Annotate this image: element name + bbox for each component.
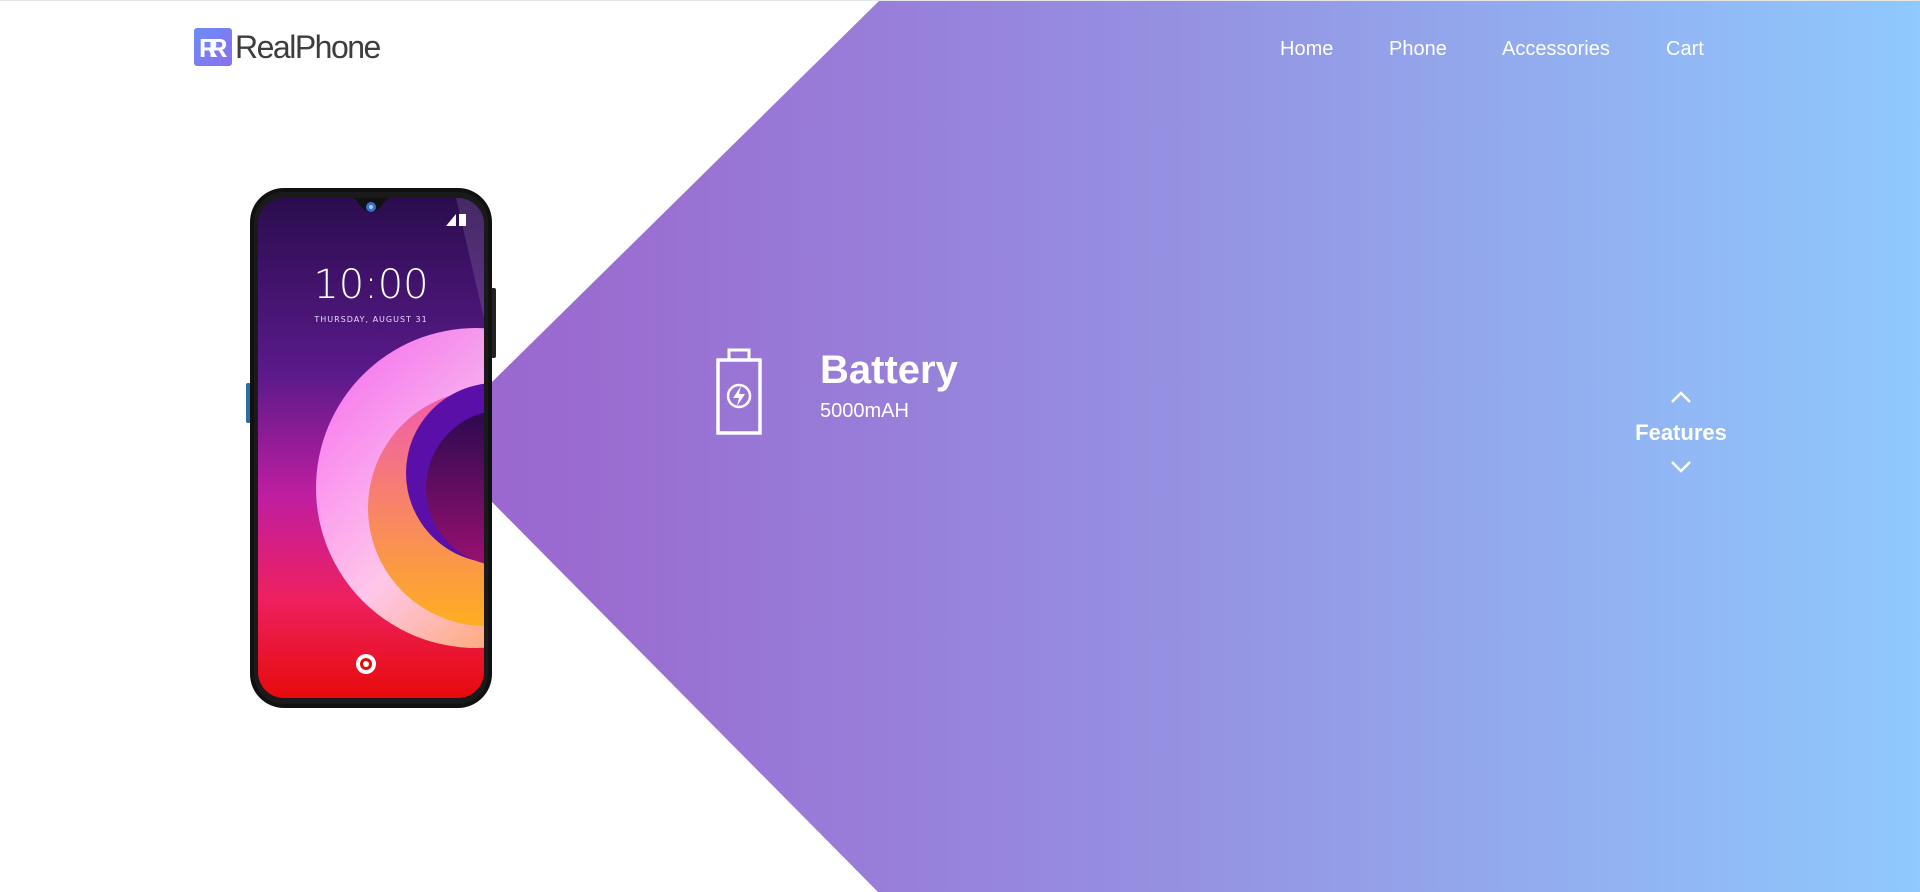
nav-cart[interactable]: Cart <box>1666 38 1704 61</box>
top-divider <box>0 0 1920 1</box>
battery-charging-icon <box>716 348 762 435</box>
feature-value: 5000mAH <box>820 400 909 422</box>
chevron-down-icon[interactable] <box>1670 460 1692 474</box>
feature-card: Battery 5000mAH <box>714 348 958 436</box>
features-label[interactable]: Features <box>1626 420 1736 446</box>
nav-home[interactable]: Home <box>1280 38 1333 61</box>
feature-title: Battery <box>820 348 958 392</box>
phone-image: 10:00 THURSDAY, AUGUST 31 <box>246 188 496 708</box>
feature-text: Battery 5000mAH <box>820 348 958 423</box>
phone-clock: 10:00 <box>313 262 428 308</box>
chevron-up-icon[interactable] <box>1670 390 1692 404</box>
nav-accessories[interactable]: Accessories <box>1502 38 1610 61</box>
main-nav: Home Phone Accessories Cart <box>0 38 1920 62</box>
nav-phone[interactable]: Phone <box>1389 38 1447 61</box>
features-switcher: Features <box>1626 390 1736 474</box>
phone-date: THURSDAY, AUGUST 31 <box>313 315 427 324</box>
page: RR RealPhone Home Phone Accessories Cart <box>0 0 1920 892</box>
